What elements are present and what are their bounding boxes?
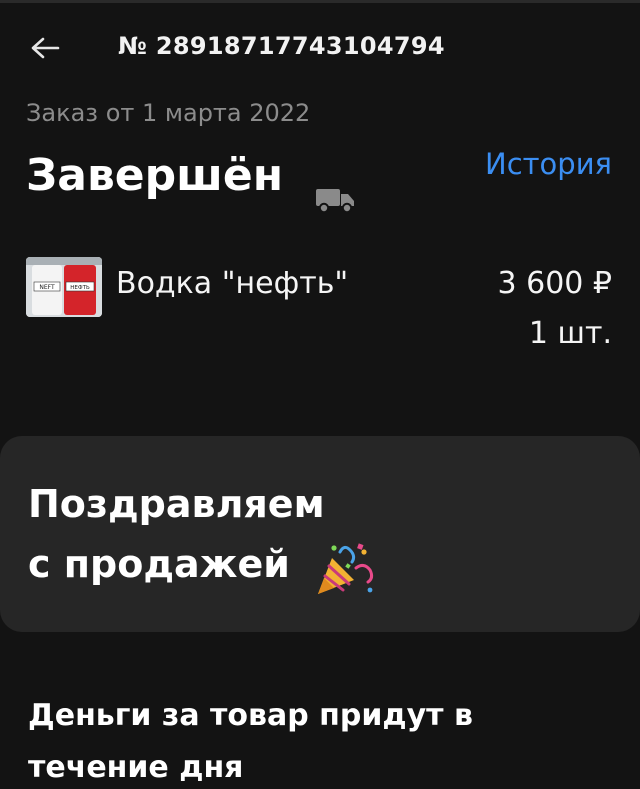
thumb-label-neft-ru: НЕФТЬ	[70, 285, 90, 291]
congrats-title-line1: Поздравляем	[28, 482, 325, 526]
arrow-left-icon	[31, 37, 60, 59]
product-price: 3 600 ₽	[497, 266, 612, 301]
order-screen: № 28918717743104794 Заказ от 1 марта 202…	[0, 0, 640, 789]
thumb-label-neft: NEFT	[39, 284, 55, 291]
history-link[interactable]: История	[485, 147, 612, 181]
party-popper-icon	[318, 543, 374, 594]
order-number: № 28918717743104794	[118, 32, 445, 60]
congrats-title-line2: с продажей	[28, 542, 290, 586]
order-date: Заказ от 1 марта 2022	[26, 99, 311, 127]
money-notice: Деньги за товар придут в течение дня	[28, 698, 473, 785]
product-thumbnail[interactable]: NEFT НЕФТЬ	[26, 257, 102, 317]
congrats-card	[0, 436, 640, 632]
truck-icon	[316, 189, 354, 214]
product-image: NEFT НЕФТЬ	[26, 257, 102, 317]
product-name[interactable]: Водка "нефть"	[116, 266, 348, 301]
back-button[interactable]	[26, 32, 64, 64]
product-quantity: 1 шт.	[528, 316, 612, 351]
status-bar-strip	[0, 0, 640, 3]
order-status: Завершён	[26, 150, 284, 201]
